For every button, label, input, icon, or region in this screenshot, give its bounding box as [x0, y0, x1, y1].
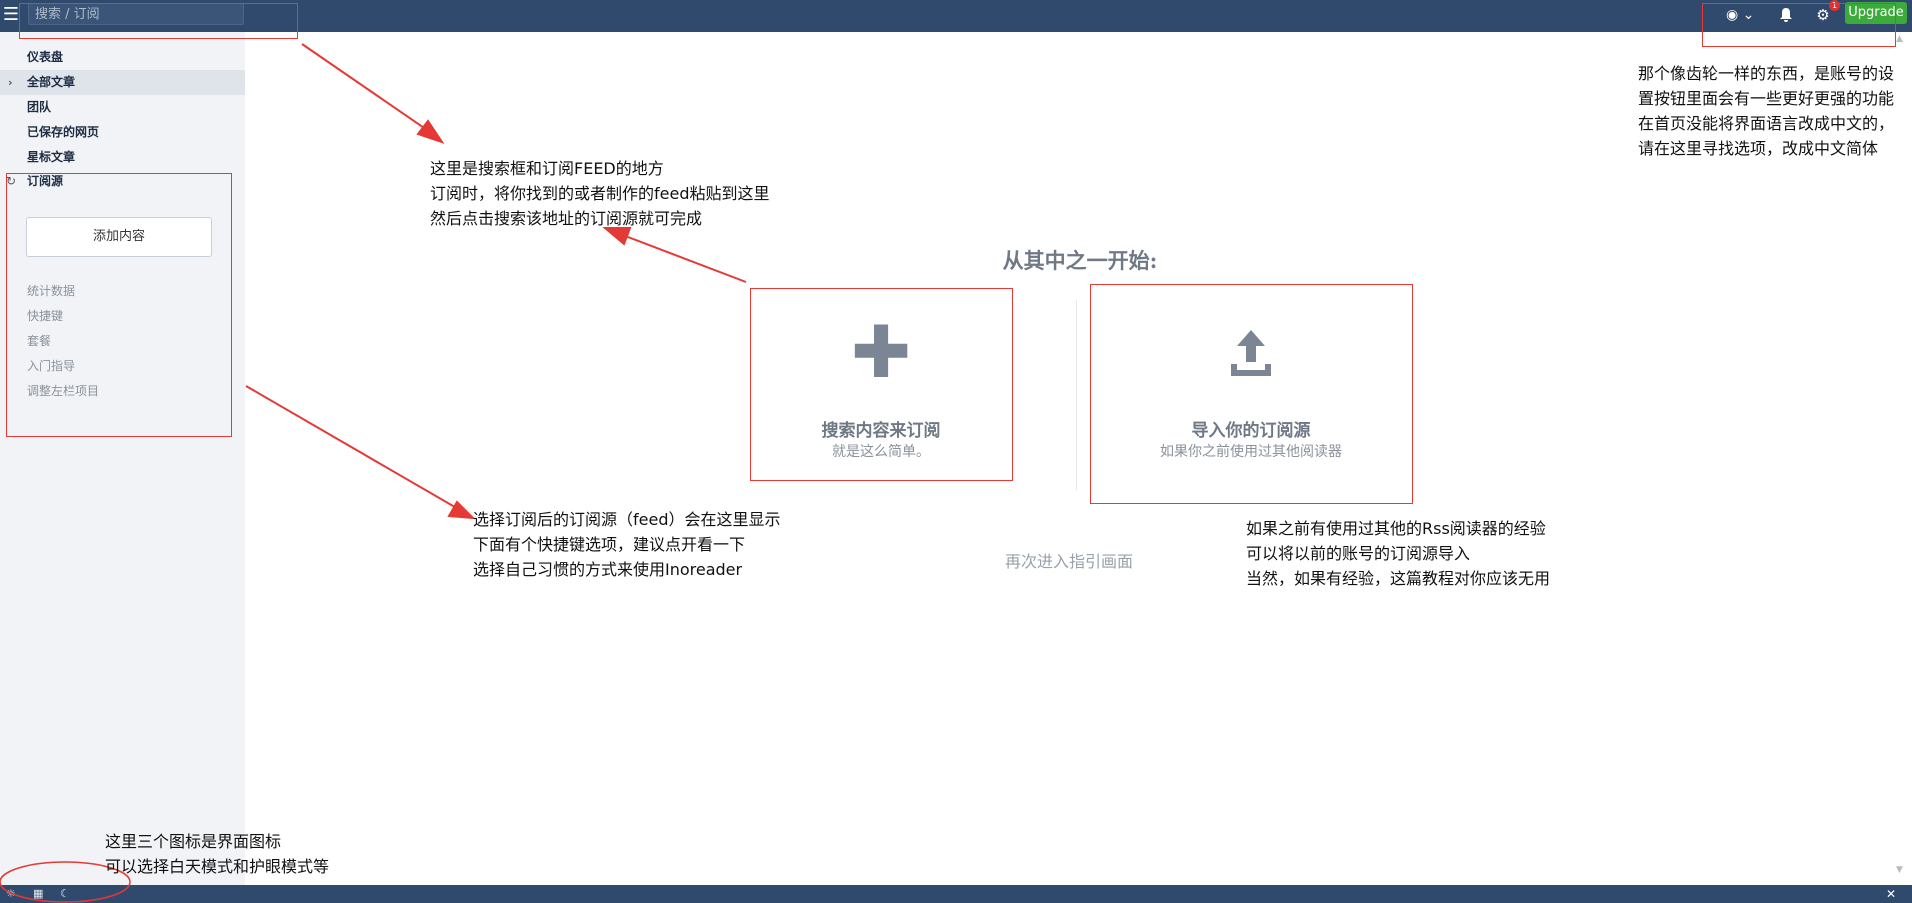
note-line: 当然，如果有经验，这篇教程对你应该无用 — [1246, 569, 1551, 588]
annotation-box-feeds — [6, 173, 232, 437]
sidebar-item-dashboard[interactable]: 仪表盘 — [0, 45, 245, 70]
bottom-bar: ☼ ▦ ☾ ✕ — [0, 885, 1912, 903]
sidebar-item-starred[interactable]: 星标文章 — [0, 145, 245, 170]
note-line: 可以选择白天模式和护眼模式等 — [105, 857, 330, 876]
sidebar-item-saved-pages[interactable]: 已保存的网页 — [0, 120, 245, 145]
annotation-settings-note: 那个像齿轮一样的东西，是账号的设置按钮里面会有一些更好更强的功能在首页没能将界面… — [1638, 64, 1895, 158]
annotation-theme-note: 这里三个图标是界面图标 可以选择白天模式和护眼模式等 — [105, 829, 329, 879]
annotation-search-note: 这里是搜索框和订阅FEED的地方 订阅时，将你找到的或者制作的feed粘贴到这里… — [430, 156, 769, 231]
chevron-right-icon[interactable]: › — [8, 70, 13, 95]
annotation-box-search — [19, 3, 298, 39]
annotation-import-note: 如果之前有使用过其他的Rss阅读器的经验 可以将以前的账号的订阅源导入 当然，如… — [1246, 516, 1550, 591]
scroll-up-icon[interactable]: ▲ — [1896, 34, 1903, 44]
start-title: 从其中之一开始: — [1002, 248, 1158, 273]
sidebar-item-team[interactable]: 团队 — [0, 95, 245, 120]
note-line: 这里三个图标是界面图标 — [105, 832, 282, 851]
moon-icon[interactable]: ☾ — [60, 885, 70, 903]
menu-icon[interactable]: ☰ — [2, 5, 20, 25]
grid-icon[interactable]: ▦ — [33, 885, 43, 903]
sidebar-item-label: 团队 — [27, 100, 52, 114]
sidebar-item-label: 仪表盘 — [27, 50, 64, 64]
note-line: 这里是搜索框和订阅FEED的地方 — [430, 159, 664, 178]
sidebar-item-label: 全部文章 — [27, 75, 76, 89]
sidebar-item-label: 已保存的网页 — [27, 125, 100, 139]
sidebar-item-all-articles[interactable]: › 全部文章 — [0, 70, 245, 95]
note-line: 如果之前有使用过其他的Rss阅读器的经验 — [1246, 519, 1546, 538]
annotation-box-search-card — [750, 288, 1013, 481]
divider — [1076, 300, 1077, 490]
note-line: 下面有个快捷键选项，建议点开看一下 — [473, 535, 746, 554]
annotation-feed-note: 选择订阅后的订阅源（feed）会在这里显示 下面有个快捷键选项，建议点开看一下 … — [473, 507, 780, 582]
note-line: 订阅时，将你找到的或者制作的feed粘贴到这里 — [430, 184, 770, 203]
scroll-down-icon[interactable]: ▼ — [1896, 865, 1903, 875]
reenter-guide-link[interactable]: 再次进入指引画面 — [1005, 548, 1165, 572]
annotation-box-settings — [1702, 3, 1896, 47]
note-line: 然后点击搜索该地址的订阅源就可完成 — [430, 209, 703, 228]
note-line: 选择订阅后的订阅源（feed）会在这里显示 — [473, 510, 781, 529]
note-line: 可以将以前的账号的订阅源导入 — [1246, 544, 1471, 563]
note-line: 选择自己习惯的方式来使用Inoreader — [473, 560, 743, 579]
sidebar: 仪表盘 › 全部文章 团队 已保存的网页 星标文章 订阅源 ↻ 添加内容 统计数… — [0, 32, 245, 885]
annotation-box-import-card — [1090, 284, 1413, 504]
close-icon[interactable]: ✕ — [1886, 885, 1896, 903]
sidebar-item-label: 星标文章 — [27, 150, 76, 164]
sun-icon[interactable]: ☼ — [6, 885, 16, 903]
